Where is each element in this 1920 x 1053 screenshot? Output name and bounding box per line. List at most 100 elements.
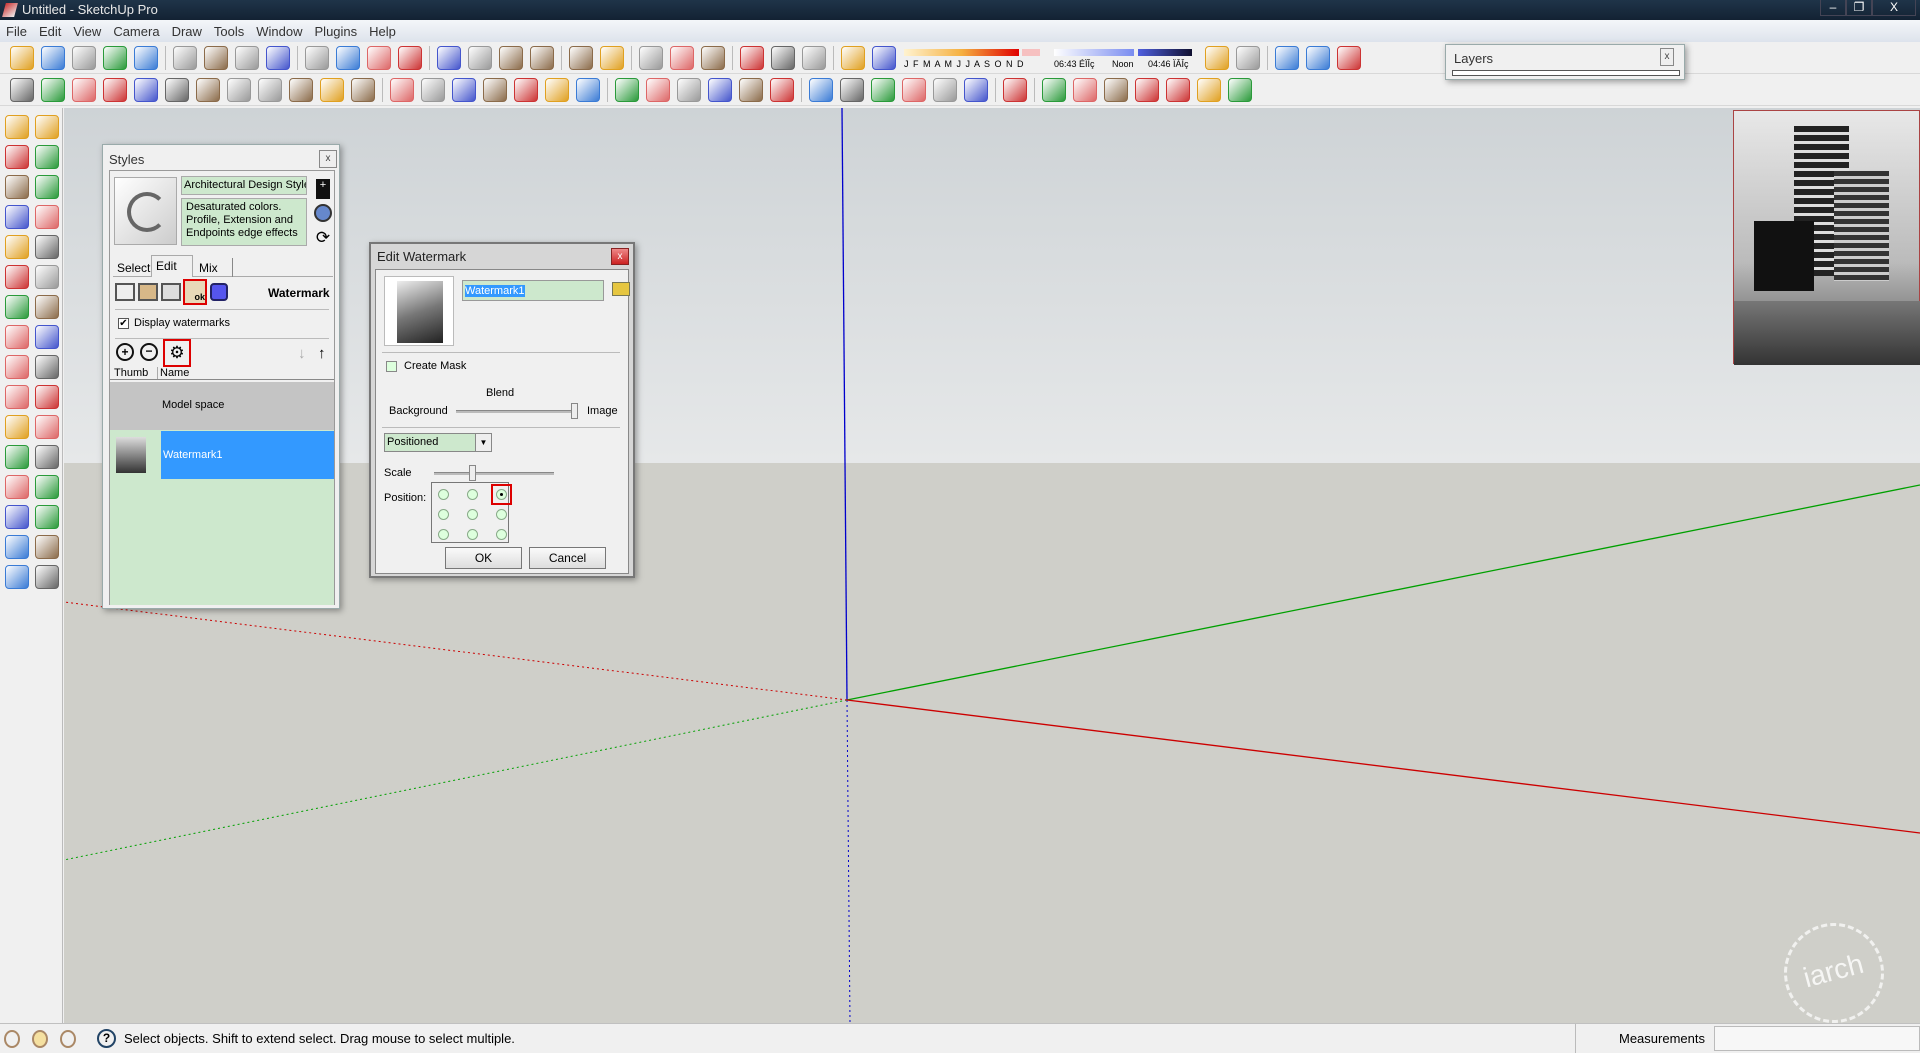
front-view-icon[interactable] bbox=[1104, 78, 1128, 102]
push-pull-icon[interactable] bbox=[35, 265, 59, 289]
section-plane-icon[interactable] bbox=[35, 565, 59, 589]
create-mask-checkbox[interactable] bbox=[386, 361, 397, 372]
move-icon[interactable] bbox=[5, 265, 29, 289]
tool-s-icon[interactable] bbox=[964, 78, 988, 102]
layers-close-button[interactable]: x bbox=[1660, 48, 1674, 66]
column-name[interactable]: Name bbox=[160, 367, 189, 379]
edge-settings-icon[interactable] bbox=[115, 283, 135, 301]
tool-e-icon[interactable] bbox=[514, 78, 538, 102]
color-wheel-icon[interactable] bbox=[351, 78, 375, 102]
tool-l-icon[interactable] bbox=[739, 78, 763, 102]
position-radio-bottom-left[interactable] bbox=[438, 529, 449, 540]
tool-g-icon[interactable] bbox=[576, 78, 600, 102]
share-component-icon[interactable] bbox=[771, 46, 795, 70]
position-radio-top-right[interactable] bbox=[496, 489, 507, 500]
list-item-selected[interactable]: Watermark1 bbox=[110, 431, 334, 479]
rectangle-icon[interactable] bbox=[72, 46, 96, 70]
3d-text-icon[interactable] bbox=[35, 415, 59, 439]
left-view-icon[interactable] bbox=[1197, 78, 1221, 102]
walk-icon[interactable] bbox=[5, 565, 29, 589]
tool-n-icon[interactable] bbox=[809, 78, 833, 102]
blend-slider-thumb[interactable] bbox=[571, 403, 578, 419]
list-item[interactable]: Model space bbox=[110, 382, 334, 430]
tab-select[interactable]: Select bbox=[113, 258, 151, 277]
time-slider[interactable] bbox=[1054, 49, 1134, 56]
restore-button[interactable]: ❐ bbox=[1846, 0, 1872, 16]
scale-slider[interactable] bbox=[434, 472, 554, 475]
m-plugin-icon[interactable] bbox=[10, 78, 34, 102]
tape-measure-icon[interactable] bbox=[5, 355, 29, 379]
menu-camera[interactable]: Camera bbox=[113, 24, 159, 39]
tool-a-icon[interactable] bbox=[390, 78, 414, 102]
section-icon[interactable] bbox=[196, 78, 220, 102]
rotate-icon[interactable] bbox=[367, 46, 391, 70]
ball-icon[interactable] bbox=[289, 78, 313, 102]
share-3d-icon[interactable] bbox=[802, 46, 826, 70]
ok-button[interactable]: OK bbox=[445, 547, 522, 569]
position-radio-middle-right[interactable] bbox=[496, 509, 507, 520]
browse-folder-icon[interactable] bbox=[612, 282, 630, 296]
position-radio-bottom-right[interactable] bbox=[496, 529, 507, 540]
photo-textures-icon[interactable] bbox=[639, 46, 663, 70]
model-info-icon[interactable] bbox=[841, 46, 865, 70]
add-watermark-icon[interactable]: + bbox=[116, 343, 134, 361]
gear-icon[interactable] bbox=[1275, 46, 1299, 70]
components-icon[interactable] bbox=[1236, 46, 1260, 70]
style-thumbnail[interactable] bbox=[114, 177, 177, 245]
layers-list[interactable] bbox=[1452, 70, 1680, 76]
tool-r-icon[interactable] bbox=[933, 78, 957, 102]
watermark-settings-icon[interactable]: ok bbox=[183, 279, 207, 305]
box-icon[interactable] bbox=[1306, 46, 1330, 70]
arc-icon[interactable] bbox=[35, 205, 59, 229]
style-description-field[interactable]: Desaturated colors. Profile, Extension a… bbox=[181, 198, 307, 246]
sphere-small-icon[interactable] bbox=[165, 78, 189, 102]
polygon-icon[interactable] bbox=[5, 235, 29, 259]
su-app-icon[interactable] bbox=[1003, 78, 1027, 102]
refresh-icon[interactable]: ⟳ bbox=[314, 229, 332, 247]
move-up-icon[interactable]: ↑ bbox=[318, 345, 326, 362]
rectangle-icon[interactable] bbox=[5, 175, 29, 199]
zoom-icon[interactable] bbox=[499, 46, 523, 70]
tool-p-icon[interactable] bbox=[871, 78, 895, 102]
paint-bucket-icon[interactable] bbox=[5, 145, 29, 169]
position-radio-middle-left[interactable] bbox=[438, 509, 449, 520]
circle-icon[interactable] bbox=[103, 46, 127, 70]
dialog-close-button[interactable]: x bbox=[611, 248, 629, 265]
minimize-button[interactable]: – bbox=[1820, 0, 1846, 16]
zoom-icon[interactable] bbox=[5, 475, 29, 499]
eraser-icon[interactable] bbox=[35, 145, 59, 169]
flag-icon[interactable] bbox=[227, 78, 251, 102]
line-icon[interactable] bbox=[35, 175, 59, 199]
position-radio-bottom-center[interactable] bbox=[467, 529, 478, 540]
menu-help[interactable]: Help bbox=[369, 24, 396, 39]
menu-file[interactable]: File bbox=[6, 24, 27, 39]
axes-icon[interactable] bbox=[5, 415, 29, 439]
tool-i-icon[interactable] bbox=[646, 78, 670, 102]
share-model-icon[interactable] bbox=[600, 46, 624, 70]
o-plugin-icon[interactable] bbox=[41, 78, 65, 102]
help-icon[interactable]: ? bbox=[97, 1029, 116, 1048]
tape-measure-icon[interactable] bbox=[235, 46, 259, 70]
orbit-icon[interactable] bbox=[5, 445, 29, 469]
protractor-icon[interactable] bbox=[5, 385, 29, 409]
dimension-icon[interactable] bbox=[35, 355, 59, 379]
position-radio-top-center[interactable] bbox=[467, 489, 478, 500]
scale-icon[interactable] bbox=[5, 325, 29, 349]
previous-view-icon[interactable] bbox=[5, 505, 29, 529]
placement-dropdown[interactable]: Positioned ▼ bbox=[384, 433, 492, 452]
month-slider[interactable] bbox=[904, 49, 1019, 56]
remove-watermark-icon[interactable]: − bbox=[140, 343, 158, 361]
tool-j-icon[interactable] bbox=[677, 78, 701, 102]
rotate-icon[interactable] bbox=[5, 295, 29, 319]
column-thumb[interactable]: Thumb bbox=[114, 367, 158, 379]
axes-tool-icon[interactable] bbox=[1337, 46, 1361, 70]
watermark-name-input[interactable]: Watermark1 bbox=[462, 280, 604, 301]
next-view-icon[interactable] bbox=[35, 505, 59, 529]
make-component-icon[interactable] bbox=[173, 46, 197, 70]
toggle-terrain-icon[interactable] bbox=[701, 46, 725, 70]
cross-icon[interactable] bbox=[320, 78, 344, 102]
follow-me-icon[interactable] bbox=[35, 295, 59, 319]
freehand-icon[interactable] bbox=[35, 235, 59, 259]
get-models-icon[interactable] bbox=[569, 46, 593, 70]
iso-view-icon[interactable] bbox=[1042, 78, 1066, 102]
